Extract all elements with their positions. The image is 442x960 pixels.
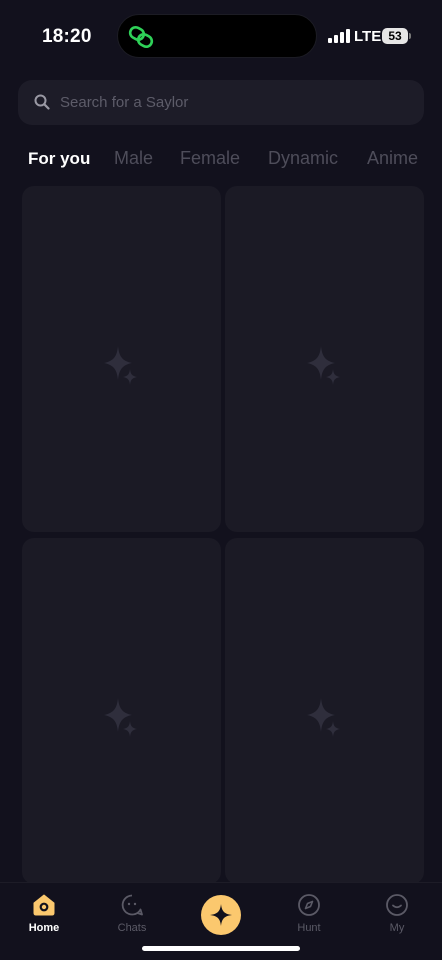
status-time: 18:20 [42, 26, 92, 47]
sparkle-icon [307, 698, 340, 737]
status-bar: 18:20 LTE 53 [0, 0, 442, 72]
bottom-nav: Home Chats Hunt My [0, 882, 442, 960]
battery-tip [409, 33, 411, 39]
dynamic-island[interactable] [117, 14, 317, 58]
character-card[interactable] [22, 538, 221, 884]
character-card[interactable] [22, 186, 221, 532]
signal-icon [328, 29, 350, 43]
nav-home-label: Home [28, 922, 60, 934]
nav-hunt-label: Hunt [297, 922, 321, 934]
smiley-icon [386, 894, 408, 916]
nav-chats[interactable]: Chats [97, 893, 167, 934]
nav-hunt[interactable]: Hunt [274, 893, 344, 934]
sparkle-icon [307, 346, 340, 385]
search-icon [34, 94, 50, 110]
battery-level: 53 [388, 29, 402, 43]
tab-female[interactable]: Female [180, 148, 240, 169]
home-icon [33, 894, 55, 916]
nav-my-label: My [389, 922, 405, 934]
nav-chats-label: Chats [117, 922, 147, 934]
app-screen: 18:20 LTE 53 For you Male Female [0, 0, 442, 960]
sparkle-icon [104, 346, 137, 385]
tab-anime[interactable]: Anime [367, 148, 418, 169]
character-card[interactable] [225, 186, 424, 532]
nav-home[interactable]: Home [9, 893, 79, 934]
category-tabs: For you Male Female Dynamic Anime [0, 148, 442, 178]
compass-icon [298, 894, 320, 916]
tab-dynamic[interactable]: Dynamic [268, 148, 338, 169]
nav-my[interactable]: My [362, 893, 432, 934]
tab-for-you[interactable]: For you [28, 149, 90, 169]
character-card[interactable] [225, 538, 424, 884]
tab-male[interactable]: Male [114, 148, 153, 169]
chat-bubble-icon [121, 894, 143, 916]
sparkle-icon [210, 904, 232, 926]
search-bar[interactable] [18, 80, 424, 125]
network-type: LTE [354, 28, 382, 45]
battery-icon: 53 [382, 28, 408, 44]
create-button[interactable] [201, 895, 241, 935]
sparkle-icon [104, 698, 137, 737]
search-input[interactable] [60, 80, 410, 125]
link-icon [128, 25, 154, 49]
home-indicator [142, 946, 300, 951]
